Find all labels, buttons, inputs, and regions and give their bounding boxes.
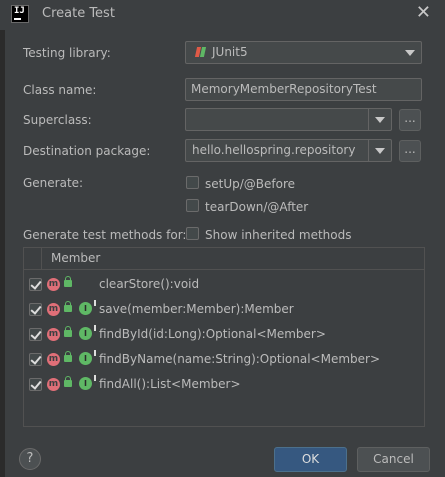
superclass-browse-button[interactable]: ...	[399, 109, 421, 131]
public-access-icon	[64, 301, 72, 312]
setup-label: setUp/@Before	[205, 177, 296, 191]
superclass-select[interactable]	[185, 108, 392, 131]
method-icon: m	[47, 328, 60, 341]
generate-label: Generate:	[23, 176, 84, 190]
method-name: findAll():List<Member>	[99, 377, 241, 391]
testing-library-value: JUnit5	[212, 45, 248, 59]
close-icon[interactable]: ✕	[416, 2, 431, 23]
title-bar: IJ Create Test ✕	[0, 0, 445, 30]
table-header: Member	[24, 248, 424, 270]
implements-icon: I	[79, 350, 96, 365]
ok-button[interactable]: OK	[274, 447, 347, 472]
method-name: findById(id:Long):Optional<Member>	[99, 327, 326, 341]
class-name-label: Class name:	[23, 83, 97, 97]
superclass-label: Superclass:	[23, 113, 92, 127]
show-inherited-label: Show inherited methods	[205, 228, 352, 242]
method-icon: m	[47, 353, 60, 366]
public-access-icon	[64, 351, 72, 362]
table-row[interactable]: m clearStore():void	[24, 273, 424, 297]
method-name: save(member:Member):Member	[99, 302, 294, 316]
destination-package-label: Destination package:	[23, 144, 151, 158]
table-row[interactable]: m I findById(id:Long):Optional<Member>	[24, 323, 424, 347]
method-name: findByName(name:String):Optional<Member>	[99, 352, 381, 366]
destination-package-value: hello.hellospring.repository	[192, 143, 356, 157]
header-separator	[41, 248, 42, 270]
method-icon: m	[47, 278, 60, 291]
implements-icon: I	[79, 375, 96, 390]
public-access-icon	[64, 326, 72, 337]
row-checkbox[interactable]	[29, 278, 42, 291]
implements-icon: I	[79, 325, 96, 340]
destination-browse-button[interactable]: ...	[399, 140, 421, 162]
dialog-title: Create Test	[42, 6, 115, 21]
row-checkbox[interactable]	[29, 303, 42, 316]
row-checkbox[interactable]	[29, 353, 42, 366]
method-icon: m	[47, 303, 60, 316]
teardown-label: tearDown/@After	[205, 200, 309, 214]
cancel-button[interactable]: Cancel	[357, 447, 430, 472]
table-row[interactable]: m I findByName(name:String):Optional<Mem…	[24, 348, 424, 372]
implements-icon: I	[79, 300, 96, 315]
destination-package-select[interactable]: hello.hellospring.repository	[185, 139, 392, 162]
table-row[interactable]: m I findAll():List<Member>	[24, 373, 424, 397]
help-button[interactable]: ?	[19, 448, 41, 470]
teardown-checkbox[interactable]	[186, 199, 199, 212]
intellij-icon: IJ	[11, 5, 29, 23]
chevron-down-icon	[405, 50, 415, 56]
chevron-down-icon	[375, 117, 385, 123]
methods-for-label: Generate test methods for:	[23, 228, 187, 242]
method-icon: m	[47, 378, 60, 391]
public-access-icon	[64, 376, 72, 387]
row-checkbox[interactable]	[29, 378, 42, 391]
row-checkbox[interactable]	[29, 328, 42, 341]
class-name-input[interactable]: MemoryMemberRepositoryTest	[185, 78, 422, 101]
setup-checkbox[interactable]	[186, 176, 199, 189]
show-inherited-checkbox[interactable]	[186, 227, 199, 240]
combo-separator	[368, 140, 369, 161]
window-edge	[0, 30, 5, 477]
junit-icon	[196, 47, 206, 59]
members-table[interactable]: Member m clearStore():void m I save(memb…	[23, 247, 425, 427]
method-name: clearStore():void	[99, 277, 200, 291]
table-row[interactable]: m I save(member:Member):Member	[24, 298, 424, 322]
testing-library-label: Testing library:	[23, 46, 111, 60]
public-access-icon	[64, 276, 72, 287]
chevron-down-icon	[375, 148, 385, 154]
combo-separator	[368, 109, 369, 130]
testing-library-select[interactable]: JUnit5	[185, 41, 422, 64]
member-column-header[interactable]: Member	[51, 251, 100, 265]
